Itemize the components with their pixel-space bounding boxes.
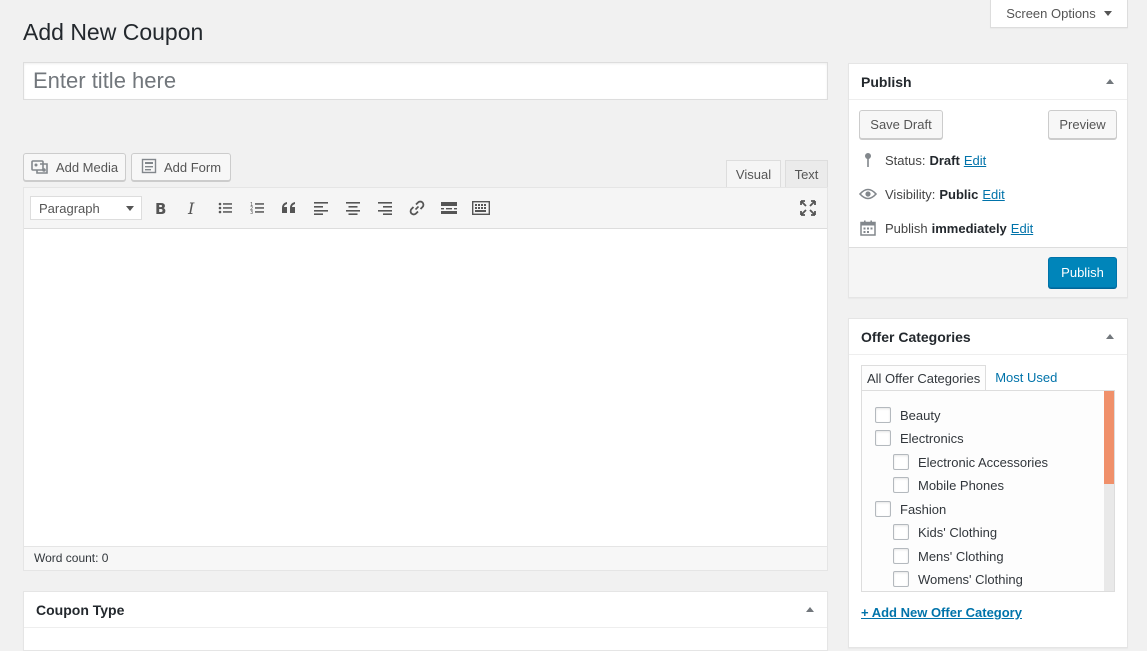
- category-label: Electronics: [900, 430, 964, 446]
- calendar-icon: [859, 220, 877, 236]
- scrollbar[interactable]: [1104, 391, 1114, 591]
- tab-all-offer-categories[interactable]: All Offer Categories: [861, 365, 987, 392]
- schedule-value: immediately: [931, 220, 1007, 236]
- checkbox[interactable]: [893, 571, 909, 587]
- checkbox[interactable]: [893, 477, 909, 493]
- category-label: Womens' Clothing: [918, 571, 1023, 587]
- visibility-edit-link[interactable]: Edit: [982, 187, 1004, 202]
- title-input[interactable]: [23, 62, 828, 100]
- svg-text:B: B: [155, 201, 166, 215]
- publish-box: Publish Save Draft Preview Status: Draft…: [848, 63, 1128, 298]
- checkbox[interactable]: [875, 407, 891, 423]
- publish-actions: Publish: [849, 247, 1127, 297]
- tab-visual[interactable]: Visual: [726, 160, 781, 188]
- media-icon: [31, 158, 49, 177]
- editor-toolbar: Paragraph B I 123: [24, 188, 827, 229]
- word-count: Word count: 0: [34, 551, 109, 565]
- svg-text:3: 3: [250, 210, 253, 215]
- visibility-value: Public: [939, 186, 979, 202]
- add-form-button[interactable]: Add Form: [131, 153, 231, 181]
- status-value: Draft: [929, 152, 960, 168]
- checkbox[interactable]: [875, 501, 891, 517]
- page-title: Add New Coupon: [23, 19, 204, 45]
- publish-button[interactable]: Publish: [1048, 257, 1117, 288]
- pin-icon: [859, 152, 877, 168]
- content-editor: Paragraph B I 123 Word count: 0: [23, 187, 828, 571]
- chevron-down-icon: [126, 206, 134, 211]
- collapse-arrow-icon[interactable]: [1106, 79, 1114, 84]
- schedule-label: Publish: [885, 220, 928, 236]
- category-label: Fashion: [900, 501, 947, 517]
- numbered-list-icon[interactable]: 123: [245, 197, 269, 219]
- collapse-arrow-icon[interactable]: [1106, 334, 1114, 339]
- list-item[interactable]: Kids' Clothing: [893, 524, 997, 540]
- status-label: Status:: [885, 152, 926, 168]
- category-checklist: Beauty Electronics Electronic Accessorie…: [861, 390, 1115, 592]
- blockquote-icon[interactable]: [277, 197, 301, 219]
- category-label: Mobile Phones: [918, 477, 1004, 493]
- fullscreen-icon[interactable]: [796, 197, 820, 219]
- align-center-icon[interactable]: [341, 197, 365, 219]
- align-left-icon[interactable]: [309, 197, 333, 219]
- status-edit-link[interactable]: Edit: [964, 153, 986, 168]
- read-more-icon[interactable]: [437, 197, 461, 219]
- bullet-list-icon[interactable]: [213, 197, 237, 219]
- list-item[interactable]: Mens' Clothing: [893, 548, 1004, 564]
- format-select[interactable]: Paragraph: [30, 196, 142, 220]
- checkbox[interactable]: [893, 454, 909, 470]
- save-draft-button[interactable]: Save Draft: [859, 110, 943, 139]
- screen-options-button[interactable]: Screen Options: [990, 0, 1128, 28]
- editor-status-bar: Word count: 0: [24, 546, 827, 570]
- add-form-label: Add Form: [163, 159, 222, 175]
- checkbox[interactable]: [893, 524, 909, 540]
- category-label: Mens' Clothing: [918, 548, 1004, 564]
- list-item[interactable]: Electronic Accessories: [893, 454, 1048, 470]
- add-new-offer-category-link[interactable]: + Add New Offer Category: [861, 605, 1022, 620]
- category-tabs: All Offer Categories Most Used: [861, 363, 1062, 392]
- add-media-label: Add Media: [55, 159, 119, 175]
- schedule-row: Publish immediately Edit: [859, 218, 1033, 238]
- status-row: Status: Draft Edit: [859, 150, 986, 170]
- category-label: Beauty: [900, 407, 941, 423]
- preview-button[interactable]: Preview: [1048, 110, 1117, 139]
- category-label: Electronic Accessories: [918, 454, 1049, 470]
- checkbox[interactable]: [893, 548, 909, 564]
- collapse-arrow-icon[interactable]: [806, 607, 814, 612]
- category-label: Kids' Clothing: [918, 524, 998, 540]
- eye-icon: [859, 188, 877, 200]
- list-item[interactable]: Beauty: [875, 407, 940, 423]
- align-right-icon[interactable]: [373, 197, 397, 219]
- coupon-type-box: Coupon Type: [23, 591, 828, 651]
- list-item[interactable]: Electronics: [875, 430, 964, 446]
- list-item[interactable]: Womens' Clothing: [893, 571, 1023, 587]
- coupon-type-title: Coupon Type: [24, 592, 827, 628]
- scrollbar-thumb[interactable]: [1104, 391, 1114, 484]
- tab-text[interactable]: Text: [785, 160, 828, 188]
- format-select-value: Paragraph: [39, 200, 100, 216]
- visibility-row: Visibility: Public Edit: [859, 184, 1005, 204]
- list-item[interactable]: Fashion: [875, 501, 946, 517]
- publish-box-title: Publish: [849, 64, 1127, 100]
- schedule-edit-link[interactable]: Edit: [1011, 221, 1033, 236]
- svg-text:I: I: [187, 201, 195, 215]
- screen-options-label: Screen Options: [1006, 6, 1096, 21]
- list-item[interactable]: Mobile Phones: [893, 477, 1004, 493]
- add-media-button[interactable]: Add Media: [23, 153, 126, 181]
- toolbar-toggle-icon[interactable]: [469, 197, 493, 219]
- visibility-label: Visibility:: [885, 186, 936, 202]
- checkbox[interactable]: [875, 430, 891, 446]
- tab-most-used[interactable]: Most Used: [990, 364, 1062, 391]
- bold-icon[interactable]: B: [148, 197, 172, 219]
- offer-categories-box: Offer Categories All Offer Categories Mo…: [848, 318, 1128, 648]
- caret-down-icon: [1103, 11, 1112, 16]
- form-icon: [141, 158, 157, 177]
- italic-icon[interactable]: I: [180, 197, 204, 219]
- offer-categories-title: Offer Categories: [849, 319, 1127, 355]
- editor-content-area[interactable]: [24, 229, 827, 547]
- link-icon[interactable]: [405, 197, 429, 219]
